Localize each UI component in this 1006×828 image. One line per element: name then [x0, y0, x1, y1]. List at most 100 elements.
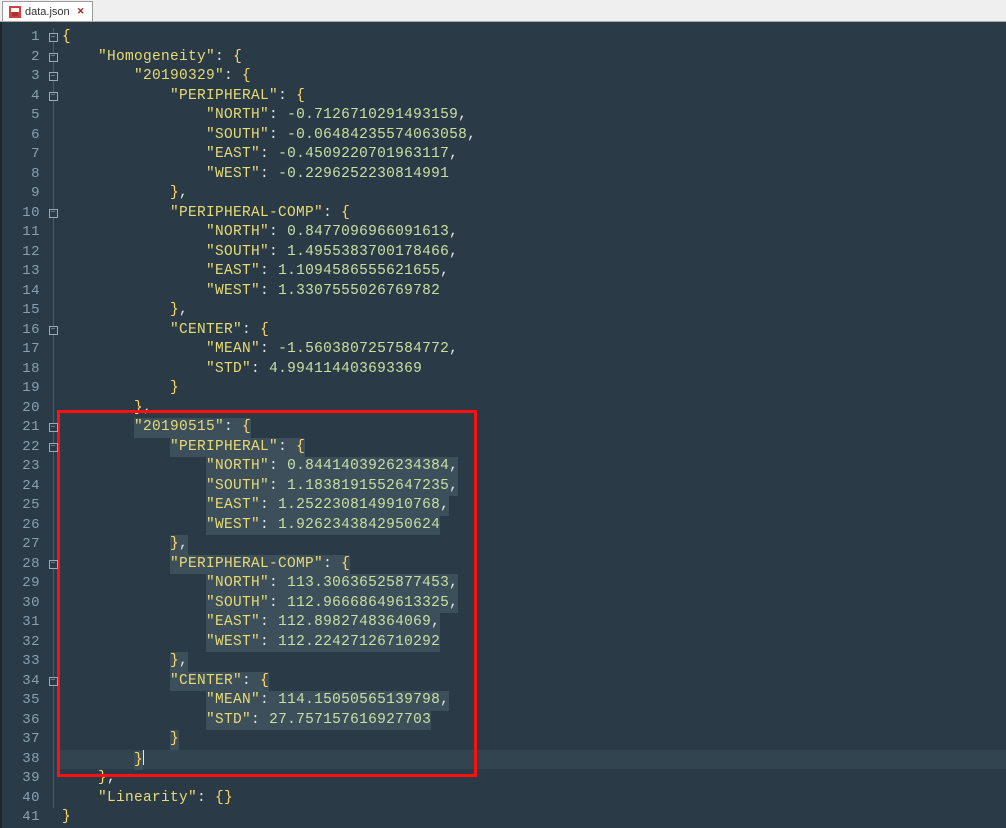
code-line[interactable]: "Linearity": {}: [60, 789, 1006, 809]
fold-cell: [46, 360, 60, 380]
fold-cell[interactable]: −: [46, 204, 60, 224]
code-line[interactable]: "MEAN": 114.15050565139798,: [60, 691, 1006, 711]
code-line[interactable]: "WEST": 1.9262343842950624: [60, 516, 1006, 536]
fold-cell: [46, 574, 60, 594]
code-line[interactable]: "NORTH": 0.8441403926234384,: [60, 457, 1006, 477]
code-line[interactable]: }: [60, 730, 1006, 750]
line-number: 22: [2, 438, 46, 458]
line-number: 2: [2, 48, 46, 68]
code-line[interactable]: },: [60, 652, 1006, 672]
fold-cell: [46, 711, 60, 731]
code-line[interactable]: "STD": 4.994114403693369: [60, 360, 1006, 380]
line-number: 1: [2, 28, 46, 48]
code-line[interactable]: "WEST": 1.3307555026769782: [60, 282, 1006, 302]
code-line[interactable]: {: [60, 28, 1006, 48]
line-number: 21: [2, 418, 46, 438]
code-line[interactable]: "NORTH": -0.7126710291493159,: [60, 106, 1006, 126]
fold-cell[interactable]: −: [46, 28, 60, 48]
line-number: 7: [2, 145, 46, 165]
fold-cell: [46, 516, 60, 536]
line-number: 16: [2, 321, 46, 341]
line-number: 17: [2, 340, 46, 360]
fold-toggle-icon[interactable]: −: [49, 326, 58, 335]
code-line[interactable]: "SOUTH": 1.1838191552647235,: [60, 477, 1006, 497]
code-line[interactable]: }: [60, 750, 1006, 770]
code-area[interactable]: { "Homogeneity": { "20190329": { "PERIPH…: [60, 22, 1006, 828]
code-line[interactable]: "PERIPHERAL": {: [60, 87, 1006, 107]
code-line[interactable]: "NORTH": 113.30636525877453,: [60, 574, 1006, 594]
file-icon: [9, 6, 21, 18]
editor-window: data.json ✕ 1234567891011121314151617181…: [0, 0, 1006, 828]
code-line[interactable]: "PERIPHERAL": {: [60, 438, 1006, 458]
fold-cell: [46, 457, 60, 477]
code-line[interactable]: "PERIPHERAL-COMP": {: [60, 555, 1006, 575]
code-line[interactable]: }: [60, 808, 1006, 828]
fold-cell[interactable]: −: [46, 438, 60, 458]
code-line[interactable]: "SOUTH": 1.4955383700178466,: [60, 243, 1006, 263]
code-line[interactable]: "EAST": -0.4509220701963117,: [60, 145, 1006, 165]
fold-toggle-icon[interactable]: −: [49, 33, 58, 42]
fold-cell[interactable]: −: [46, 87, 60, 107]
line-number: 3: [2, 67, 46, 87]
code-line[interactable]: "CENTER": {: [60, 672, 1006, 692]
close-icon[interactable]: ✕: [76, 7, 86, 17]
fold-toggle-icon[interactable]: −: [49, 677, 58, 686]
code-line[interactable]: },: [60, 769, 1006, 789]
code-line[interactable]: },: [60, 184, 1006, 204]
code-line[interactable]: },: [60, 301, 1006, 321]
line-number: 8: [2, 165, 46, 185]
fold-cell: [46, 808, 60, 828]
code-line[interactable]: "EAST": 1.2522308149910768,: [60, 496, 1006, 516]
fold-toggle-icon[interactable]: −: [49, 423, 58, 432]
code-line[interactable]: "20190515": {: [60, 418, 1006, 438]
fold-cell[interactable]: −: [46, 672, 60, 692]
fold-toggle-icon[interactable]: −: [49, 443, 58, 452]
code-line[interactable]: "NORTH": 0.8477096966091613,: [60, 223, 1006, 243]
fold-cell[interactable]: −: [46, 67, 60, 87]
fold-toggle-icon[interactable]: −: [49, 209, 58, 218]
line-number: 20: [2, 399, 46, 419]
line-number: 4: [2, 87, 46, 107]
code-line[interactable]: "SOUTH": 112.96668649613325,: [60, 594, 1006, 614]
line-number: 9: [2, 184, 46, 204]
tab-data-json[interactable]: data.json ✕: [2, 1, 93, 21]
line-number: 34: [2, 672, 46, 692]
code-line[interactable]: "MEAN": -1.5603807257584772,: [60, 340, 1006, 360]
code-line[interactable]: "CENTER": {: [60, 321, 1006, 341]
fold-cell[interactable]: −: [46, 321, 60, 341]
fold-cell[interactable]: −: [46, 48, 60, 68]
line-number: 26: [2, 516, 46, 536]
fold-cell: [46, 789, 60, 809]
line-number: 24: [2, 477, 46, 497]
code-line[interactable]: },: [60, 535, 1006, 555]
code-line[interactable]: "WEST": 112.22427126710292: [60, 633, 1006, 653]
fold-toggle-icon[interactable]: −: [49, 53, 58, 62]
code-line[interactable]: "WEST": -0.2296252230814991: [60, 165, 1006, 185]
fold-toggle-icon[interactable]: −: [49, 92, 58, 101]
fold-cell: [46, 145, 60, 165]
code-line[interactable]: "EAST": 1.1094586555621655,: [60, 262, 1006, 282]
fold-cell: [46, 691, 60, 711]
code-line[interactable]: "PERIPHERAL-COMP": {: [60, 204, 1006, 224]
line-number: 35: [2, 691, 46, 711]
fold-cell[interactable]: −: [46, 555, 60, 575]
fold-toggle-icon[interactable]: −: [49, 560, 58, 569]
fold-cell[interactable]: −: [46, 418, 60, 438]
code-line[interactable]: }: [60, 379, 1006, 399]
fold-cell: [46, 769, 60, 789]
code-line[interactable]: "Homogeneity": {: [60, 48, 1006, 68]
fold-cell: [46, 243, 60, 263]
code-line[interactable]: },: [60, 399, 1006, 419]
fold-cell: [46, 535, 60, 555]
code-line[interactable]: "20190329": {: [60, 67, 1006, 87]
code-line[interactable]: "STD": 27.757157616927703: [60, 711, 1006, 731]
code-line[interactable]: "SOUTH": -0.06484235574063058,: [60, 126, 1006, 146]
fold-toggle-icon[interactable]: −: [49, 72, 58, 81]
fold-cell: [46, 399, 60, 419]
fold-cell: [46, 594, 60, 614]
line-number: 5: [2, 106, 46, 126]
line-number: 31: [2, 613, 46, 633]
code-line[interactable]: "EAST": 112.8982748364069,: [60, 613, 1006, 633]
fold-cell: [46, 379, 60, 399]
editor-area[interactable]: 1234567891011121314151617181920212223242…: [0, 22, 1006, 828]
